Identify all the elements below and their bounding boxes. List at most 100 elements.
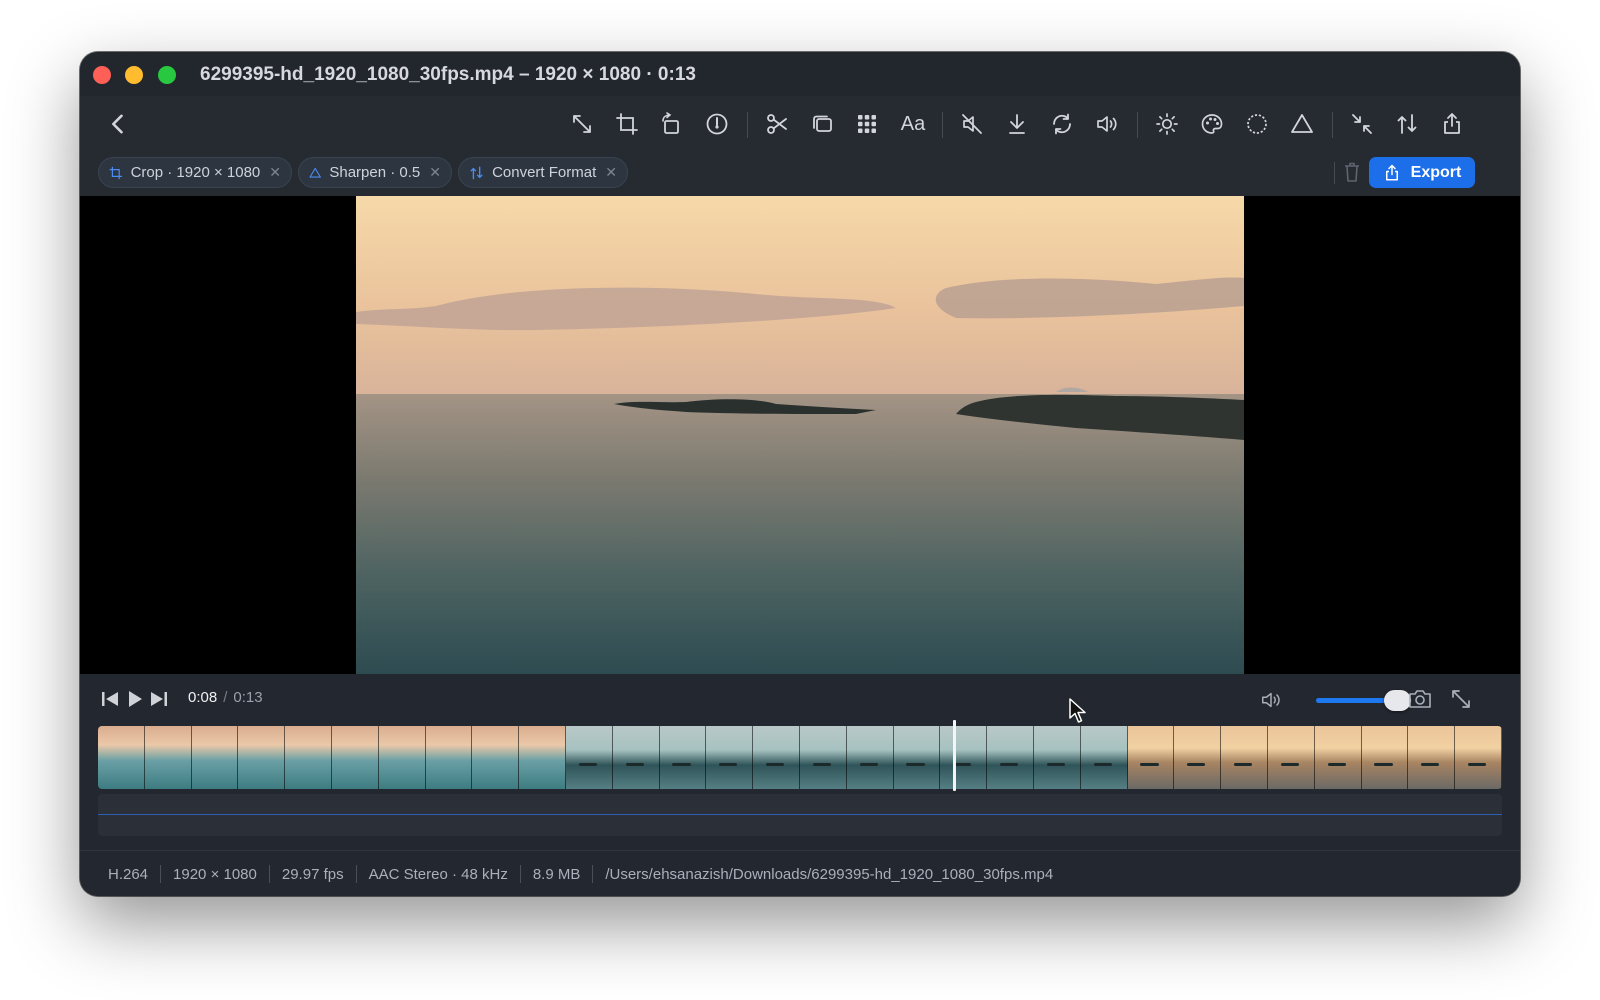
export-button[interactable]: Export [1369, 157, 1475, 188]
video-frame [356, 196, 1244, 674]
volume-icon [1262, 692, 1280, 708]
filmstrip-frame-detail [625, 762, 644, 766]
filmstrip-frame [987, 726, 1034, 789]
volume-slider[interactable] [1316, 690, 1412, 711]
filmstrip[interactable] [98, 726, 1502, 789]
share-button[interactable] [1438, 110, 1466, 138]
loop-icon [1053, 113, 1071, 135]
crop-button[interactable] [613, 110, 641, 138]
camera-icon[interactable] [1407, 686, 1433, 712]
minimize-window-button[interactable] [125, 66, 143, 84]
filter-chip-crop[interactable]: Crop · 1920 × 1080 ✕ [98, 157, 292, 188]
filmstrip-frame [1033, 726, 1081, 789]
convert-icon [1397, 114, 1417, 134]
share-icon [1444, 113, 1460, 134]
extract-audio-button[interactable] [1003, 110, 1031, 138]
filmstrip-frame-detail [1140, 762, 1159, 766]
skip-forward-icon[interactable] [148, 688, 170, 710]
filmstrip-frame [519, 726, 566, 789]
audio-track[interactable] [98, 794, 1502, 836]
video-preview[interactable] [80, 196, 1520, 674]
toolbar: Aa [80, 96, 1520, 152]
filmstrip-frame [659, 726, 707, 789]
filmstrip-frame [285, 726, 332, 789]
chevron-left-icon [112, 114, 123, 134]
status-codec: H.264 [108, 865, 149, 883]
text-icon: Aa [900, 112, 926, 135]
merge-button[interactable] [808, 110, 836, 138]
toolbar-divider [1332, 112, 1333, 138]
convert-button[interactable] [1393, 110, 1421, 138]
remove-filter-icon[interactable]: ✕ [605, 164, 617, 181]
close-window-button[interactable] [93, 66, 111, 84]
status-resolution: 1920 × 1080 [173, 865, 257, 883]
filmstrip-frame [144, 726, 192, 789]
filmstrip-frame [893, 726, 941, 789]
filmstrip-frame-detail [672, 762, 691, 766]
remove-filter-icon[interactable]: ✕ [269, 164, 281, 181]
toolbar-divider [942, 112, 943, 138]
filmstrip-frame [331, 726, 379, 789]
filmstrip-frame [1267, 726, 1315, 789]
total-time: 0:13 [233, 689, 263, 706]
app-window: 6299395-hd_1920_1080_30fps.mp4 – 1920 × … [80, 52, 1520, 896]
time-display: 0:08 / 0:13 [188, 689, 263, 706]
mute-button[interactable] [958, 110, 986, 138]
sharpen-button[interactable] [1288, 110, 1316, 138]
status-filepath: /Users/ehsanazish/Downloads/6299395-hd_1… [605, 865, 1054, 883]
loop-button[interactable] [1048, 110, 1076, 138]
vignette-button[interactable] [1243, 110, 1271, 138]
back-button[interactable] [104, 110, 132, 138]
compress-button[interactable] [1348, 110, 1376, 138]
filmstrip-frame [425, 726, 473, 789]
filmstrip-frame [1221, 726, 1268, 789]
layers-icon [813, 115, 832, 132]
fullscreen-icon[interactable] [1449, 687, 1473, 711]
color-button[interactable] [1198, 110, 1226, 138]
filmstrip-frame-detail [1327, 762, 1346, 766]
text-button[interactable]: Aa [896, 110, 930, 138]
filmstrip-frame-detail [1233, 762, 1253, 766]
trim-button[interactable] [763, 110, 791, 138]
status-audio: AAC Stereo · 48 kHz [368, 865, 508, 883]
volume-tool-button[interactable] [1093, 110, 1121, 138]
compress-icon [1352, 114, 1372, 134]
remove-filter-icon[interactable]: ✕ [429, 164, 441, 181]
resize-button[interactable] [568, 110, 596, 138]
convert-icon [470, 166, 483, 179]
window-title: 6299395-hd_1920_1080_30fps.mp4 – 1920 × … [200, 64, 696, 85]
filmstrip-frame [1127, 726, 1175, 789]
filmstrip-frame [472, 726, 520, 789]
speed-button[interactable] [703, 110, 731, 138]
filter-chip-convert-format[interactable]: Convert Format ✕ [458, 157, 628, 188]
filter-chip-label: Crop · 1920 × 1080 [130, 164, 261, 181]
zoom-window-button[interactable] [158, 66, 176, 84]
playhead[interactable] [953, 720, 957, 791]
filmstrip-frame [238, 726, 286, 789]
crop-icon [616, 113, 638, 135]
trash-icon[interactable] [1342, 160, 1362, 184]
resize-icon [573, 115, 591, 133]
filmstrip-frame [799, 726, 847, 789]
toolbar-divider [1334, 162, 1335, 184]
filmstrip-frame-detail [1093, 762, 1112, 766]
export-label: Export [1410, 163, 1462, 181]
audio-waveform [98, 814, 1502, 815]
filmstrip-frame-detail [1280, 762, 1300, 766]
filter-chip-sharpen[interactable]: Sharpen · 0.5 ✕ [298, 157, 452, 188]
sun-icon [1156, 113, 1178, 135]
grid-button[interactable] [853, 110, 881, 138]
brightness-button[interactable] [1153, 110, 1181, 138]
palette-icon [1201, 114, 1223, 134]
filmstrip-frame-detail [999, 762, 1019, 766]
share-icon [1385, 164, 1398, 180]
play-icon[interactable] [124, 688, 146, 710]
filter-chip-label: Convert Format [492, 164, 597, 181]
rotate-button[interactable] [657, 110, 685, 138]
crop-icon [109, 166, 123, 179]
filmstrip-frame-detail [812, 762, 832, 766]
grid-icon [858, 115, 876, 133]
time-separator: / [223, 689, 228, 706]
mouse-cursor-icon [1069, 698, 1086, 723]
skip-back-icon[interactable] [99, 688, 121, 710]
